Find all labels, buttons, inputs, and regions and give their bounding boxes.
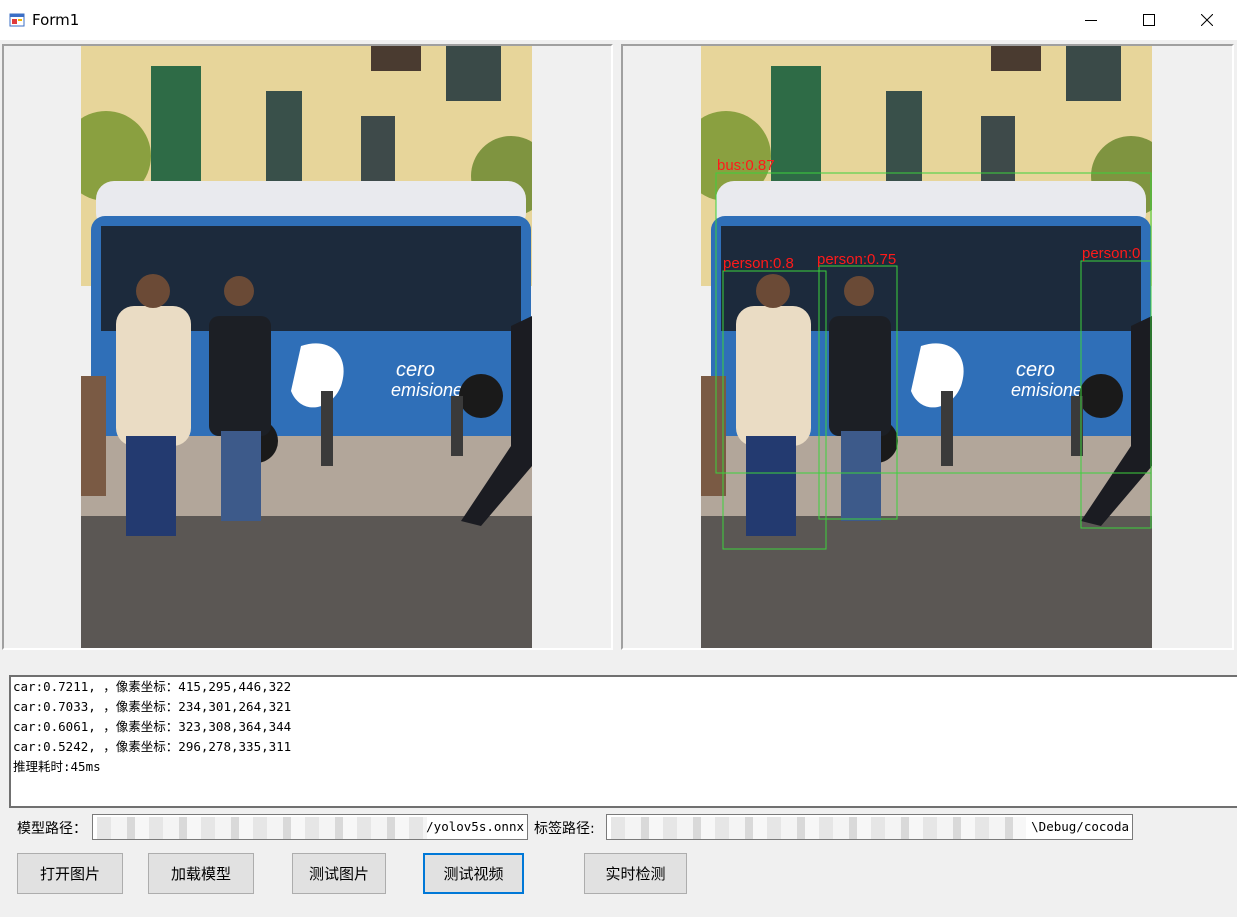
detection-label-person-1: person:0.8: [723, 255, 794, 272]
redacted-region: [611, 817, 1026, 839]
title-bar[interactable]: Form1: [0, 0, 1237, 40]
minimize-button[interactable]: [1062, 0, 1120, 40]
minimize-icon: [1085, 20, 1097, 21]
street-scene-illustration: cero emisiones: [81, 46, 532, 648]
detection-label-person-2: person:0.75: [817, 251, 896, 268]
label-path-input[interactable]: \Debug/cocoda: [606, 814, 1133, 840]
detection-label-person-3: person:0: [1082, 245, 1140, 262]
close-icon: [1201, 14, 1213, 26]
detection-label-bus: bus:0.87: [717, 157, 775, 174]
result-line: car:0.5242, ，像素坐标：296,278,335,311: [13, 739, 292, 754]
close-button[interactable]: [1178, 0, 1236, 40]
window-title: Form1: [32, 11, 80, 29]
test-video-button[interactable]: 测试视频: [423, 853, 524, 894]
load-model-button[interactable]: 加载模型: [148, 853, 254, 894]
maximize-button[interactable]: [1120, 0, 1178, 40]
model-path-label: 模型路径：: [17, 821, 87, 837]
open-image-button[interactable]: 打开图片: [17, 853, 123, 894]
test-image-button[interactable]: 测试图片: [292, 853, 386, 894]
source-image: cero emisiones: [81, 46, 532, 648]
app-icon: [9, 13, 25, 27]
model-path-value: /yolov5s.onnx: [426, 819, 524, 834]
realtime-detect-button[interactable]: 实时检测: [584, 853, 687, 894]
svg-text:cero: cero: [396, 359, 435, 381]
svg-text:cero: cero: [1016, 359, 1055, 381]
label-path-value: \Debug/cocoda: [1031, 819, 1129, 834]
redacted-region: [97, 817, 427, 839]
result-line: car:0.7211, ，像素坐标：415,295,446,322: [13, 679, 292, 694]
label-path-label: 标签路径:: [534, 821, 595, 837]
result-textbox[interactable]: car:0.7211, ，像素坐标：415,295,446,322 car:0.…: [9, 675, 1237, 808]
maximize-icon: [1143, 14, 1155, 26]
result-line: car:0.6061, ，像素坐标：323,308,364,344: [13, 719, 292, 734]
detection-scene-illustration: cero emisiones bus:0.87 person:0.8 perso…: [701, 46, 1152, 648]
inference-time-line: 推理耗时:45ms: [13, 759, 101, 774]
result-line: car:0.7033, ，像素坐标：234,301,264,321: [13, 699, 292, 714]
result-image: cero emisiones bus:0.87 person:0.8 perso…: [701, 46, 1152, 648]
model-path-input[interactable]: /yolov5s.onnx: [92, 814, 528, 840]
